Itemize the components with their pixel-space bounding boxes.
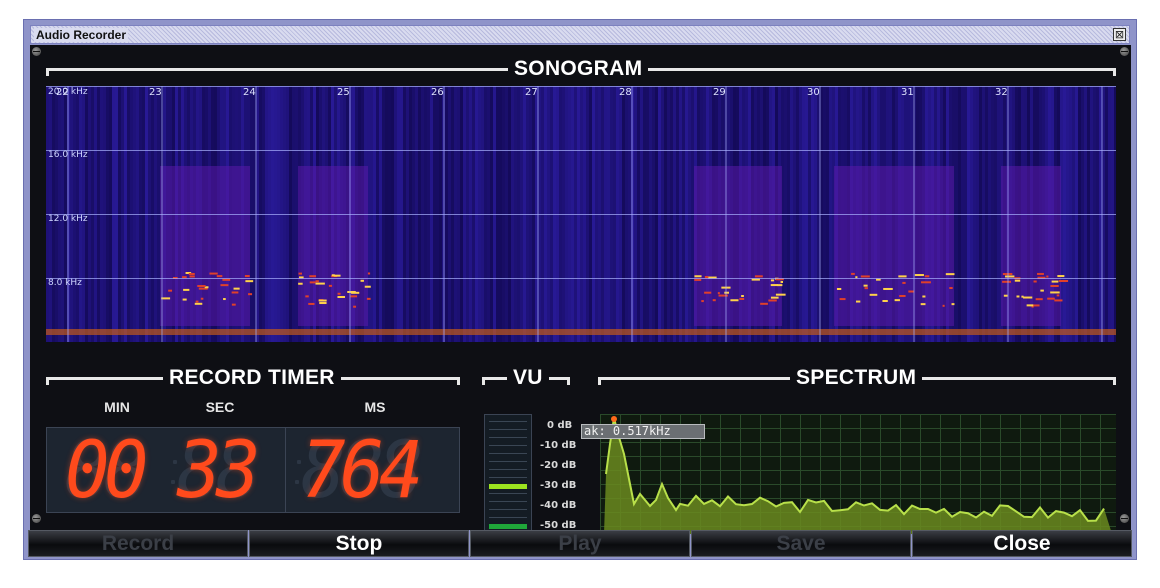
timer-minutes: 00 xyxy=(65,426,149,516)
time-label: 28 xyxy=(619,87,632,98)
vu-db-label: 0 dB xyxy=(547,420,573,431)
screw-icon xyxy=(32,47,41,56)
timer-colon xyxy=(295,480,299,484)
sonogram-canvas xyxy=(46,86,1116,342)
freq-label: 8.0 kHz xyxy=(48,278,82,288)
freq-label: 16.0 kHz xyxy=(48,150,88,160)
time-label: 27 xyxy=(525,87,538,98)
sonogram-title: SONOGRAM xyxy=(508,58,649,80)
sec-label: SEC xyxy=(205,399,235,415)
vu-tick xyxy=(489,517,527,518)
timer-title: RECORD TIMER xyxy=(163,367,341,389)
recorder-panel: SONOGRAM 20.0 kHz 16.0 kHz 12.0 kHz 8.0 … xyxy=(30,45,1131,534)
vu-tick xyxy=(489,421,527,422)
vu-tick xyxy=(489,509,527,510)
time-label: 23 xyxy=(149,87,162,98)
record-button[interactable]: Record xyxy=(28,530,248,557)
timer-milliseconds: 764 xyxy=(301,426,423,516)
vu-title: VU xyxy=(507,367,549,389)
sonogram-display: 20.0 kHz 16.0 kHz 12.0 kHz 8.0 kHz 22 23… xyxy=(46,86,1116,342)
time-label: 25 xyxy=(337,87,350,98)
min-label: MIN xyxy=(104,399,130,415)
screw-icon xyxy=(1120,514,1129,523)
time-label: 22 xyxy=(56,87,69,98)
screw-icon xyxy=(1120,47,1129,56)
vu-base-bar xyxy=(489,524,527,529)
time-label: 24 xyxy=(243,87,256,98)
timer-colon xyxy=(171,480,175,484)
screw-icon xyxy=(32,514,41,523)
save-button[interactable]: Save xyxy=(691,530,911,557)
vu-tick xyxy=(489,469,527,470)
vu-db-label: -20 dB xyxy=(540,460,577,471)
time-label: 30 xyxy=(807,87,820,98)
spectrum-title: SPECTRUM xyxy=(790,367,923,389)
vu-level-bar xyxy=(489,484,527,490)
vu-tick xyxy=(489,437,527,438)
vu-db-label: -40 dB xyxy=(540,500,577,511)
time-label: 29 xyxy=(713,87,726,98)
vu-tick xyxy=(489,453,527,454)
time-label: 26 xyxy=(431,87,444,98)
window-title: Audio Recorder xyxy=(34,28,129,42)
peak-tooltip: ak: 0.517kHz xyxy=(581,424,705,439)
time-label: 31 xyxy=(901,87,914,98)
display-divider xyxy=(285,428,286,512)
vu-tick xyxy=(489,493,527,494)
title-bar[interactable]: Audio Recorder ⊠ xyxy=(30,25,1130,44)
play-button[interactable]: Play xyxy=(470,530,690,557)
time-label: 32 xyxy=(995,87,1008,98)
freq-label: 12.0 kHz xyxy=(48,214,88,224)
vu-tick xyxy=(489,461,527,462)
vu-tick xyxy=(489,429,527,430)
vu-tick xyxy=(489,477,527,478)
vu-db-label: -30 dB xyxy=(540,480,577,491)
stop-button[interactable]: Stop xyxy=(249,530,469,557)
vu-tick xyxy=(489,501,527,502)
audio-recorder-window: Audio Recorder ⊠ SONOGRAM 20.0 kHz 16.0 … xyxy=(23,19,1137,560)
vu-db-label: -10 dB xyxy=(540,440,577,451)
vu-meter xyxy=(484,414,532,534)
window-close-icon[interactable]: ⊠ xyxy=(1113,28,1126,41)
ms-label: MS xyxy=(364,399,386,415)
close-button[interactable]: Close xyxy=(912,530,1132,557)
vu-tick xyxy=(489,445,527,446)
timer-display: 88 00 88 33 888 764 xyxy=(46,427,460,513)
timer-seconds: 33 xyxy=(177,426,261,516)
